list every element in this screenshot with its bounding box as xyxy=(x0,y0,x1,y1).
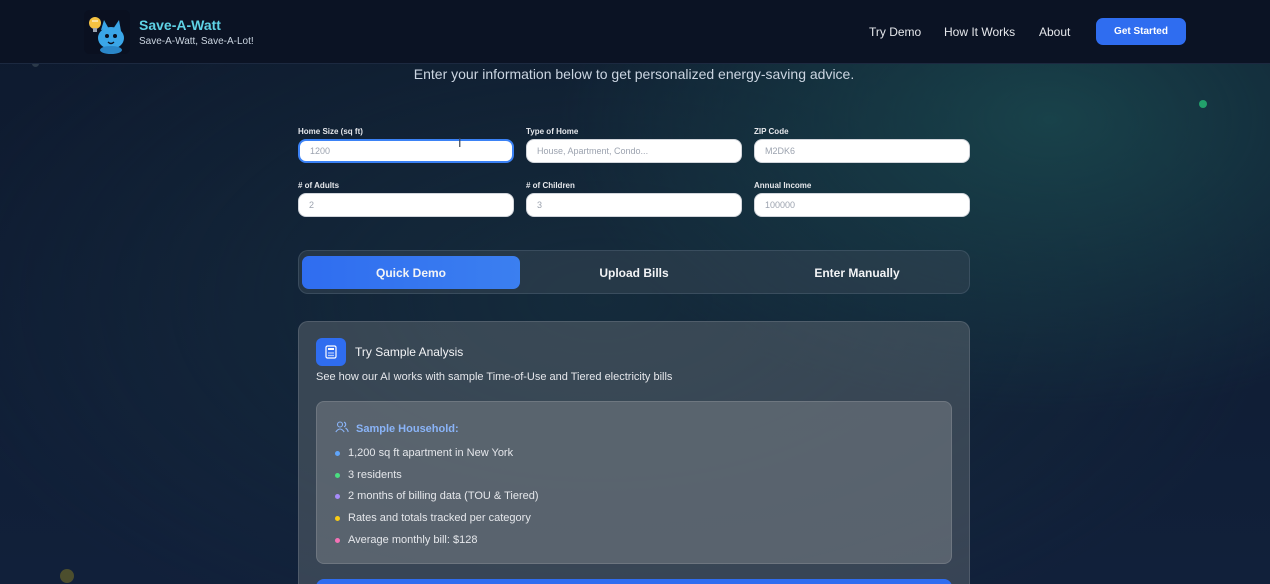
text-cursor-icon: I xyxy=(458,136,462,150)
nav-link-how-it-works[interactable]: How It Works xyxy=(944,25,1015,39)
decorative-dot xyxy=(60,569,74,583)
page-subtitle: Enter your information below to get pers… xyxy=(413,66,855,82)
home-size-label: Home Size (sq ft) xyxy=(298,127,363,136)
adults-label: # of Adults xyxy=(298,181,340,190)
adults-input[interactable] xyxy=(298,193,514,217)
home-type-input[interactable] xyxy=(526,139,742,163)
list-item: 3 residents xyxy=(335,469,402,481)
brand-name[interactable]: Save-A-Watt xyxy=(139,17,221,33)
list-item-text: Rates and totals tracked per category xyxy=(348,512,531,524)
home-size-input[interactable] xyxy=(298,139,514,163)
list-item: 2 months of billing data (TOU & Tiered) xyxy=(335,490,539,502)
list-item-text: Average monthly bill: $128 xyxy=(348,534,478,546)
run-sample-button[interactable] xyxy=(316,579,952,584)
bullet-dot xyxy=(335,537,340,543)
nav-link-about[interactable]: About xyxy=(1039,25,1070,39)
decorative-dot xyxy=(1199,100,1207,108)
list-item: Average monthly bill: $128 xyxy=(335,534,477,546)
brand-tagline: Save-A-Watt, Save-A-Lot! xyxy=(139,36,254,47)
tab-quick-demo[interactable]: Quick Demo xyxy=(302,256,520,289)
children-input[interactable] xyxy=(526,193,742,217)
list-item-text: 1,200 sq ft apartment in New York xyxy=(348,447,514,459)
sample-analysis-card: Try Sample Analysis See how our AI works… xyxy=(298,321,970,584)
tab-enter-manually[interactable]: Enter Manually xyxy=(748,256,966,289)
bullet-dot xyxy=(335,515,340,521)
nav-link-try-demo[interactable]: Try Demo xyxy=(869,25,921,39)
mode-tabs: Quick Demo Upload Bills Enter Manually xyxy=(298,250,970,294)
list-item: 1,200 sq ft apartment in New York xyxy=(335,447,513,459)
annual-income-input[interactable] xyxy=(754,193,970,217)
tab-upload-bills[interactable]: Upload Bills xyxy=(525,256,743,289)
list-item: Rates and totals tracked per category xyxy=(335,512,531,524)
users-icon xyxy=(335,420,349,438)
annual-income-label: Annual Income xyxy=(754,181,812,190)
children-label: # of Children xyxy=(526,181,575,190)
zip-code-input[interactable] xyxy=(754,139,970,163)
list-item-text: 3 residents xyxy=(348,469,402,481)
get-started-button[interactable]: Get Started xyxy=(1096,18,1186,45)
list-item-text: 2 months of billing data (TOU & Tiered) xyxy=(348,490,539,502)
home-type-label: Type of Home xyxy=(526,127,579,136)
calculator-icon xyxy=(316,338,346,366)
bullet-dot xyxy=(335,450,340,456)
sample-analysis-title: Try Sample Analysis xyxy=(355,345,464,359)
bullet-dot xyxy=(335,472,340,478)
zip-code-label: ZIP Code xyxy=(754,127,789,136)
sample-analysis-description: See how our AI works with sample Time-of… xyxy=(316,371,673,383)
top-navbar: Save-A-Watt Save-A-Watt, Save-A-Lot! Try… xyxy=(0,0,1270,64)
sample-household-title: Sample Household: xyxy=(356,423,459,435)
logo-icon[interactable] xyxy=(84,10,130,54)
sample-household-panel: Sample Household: 1,200 sq ft apartment … xyxy=(316,401,952,564)
bullet-dot xyxy=(335,493,340,499)
